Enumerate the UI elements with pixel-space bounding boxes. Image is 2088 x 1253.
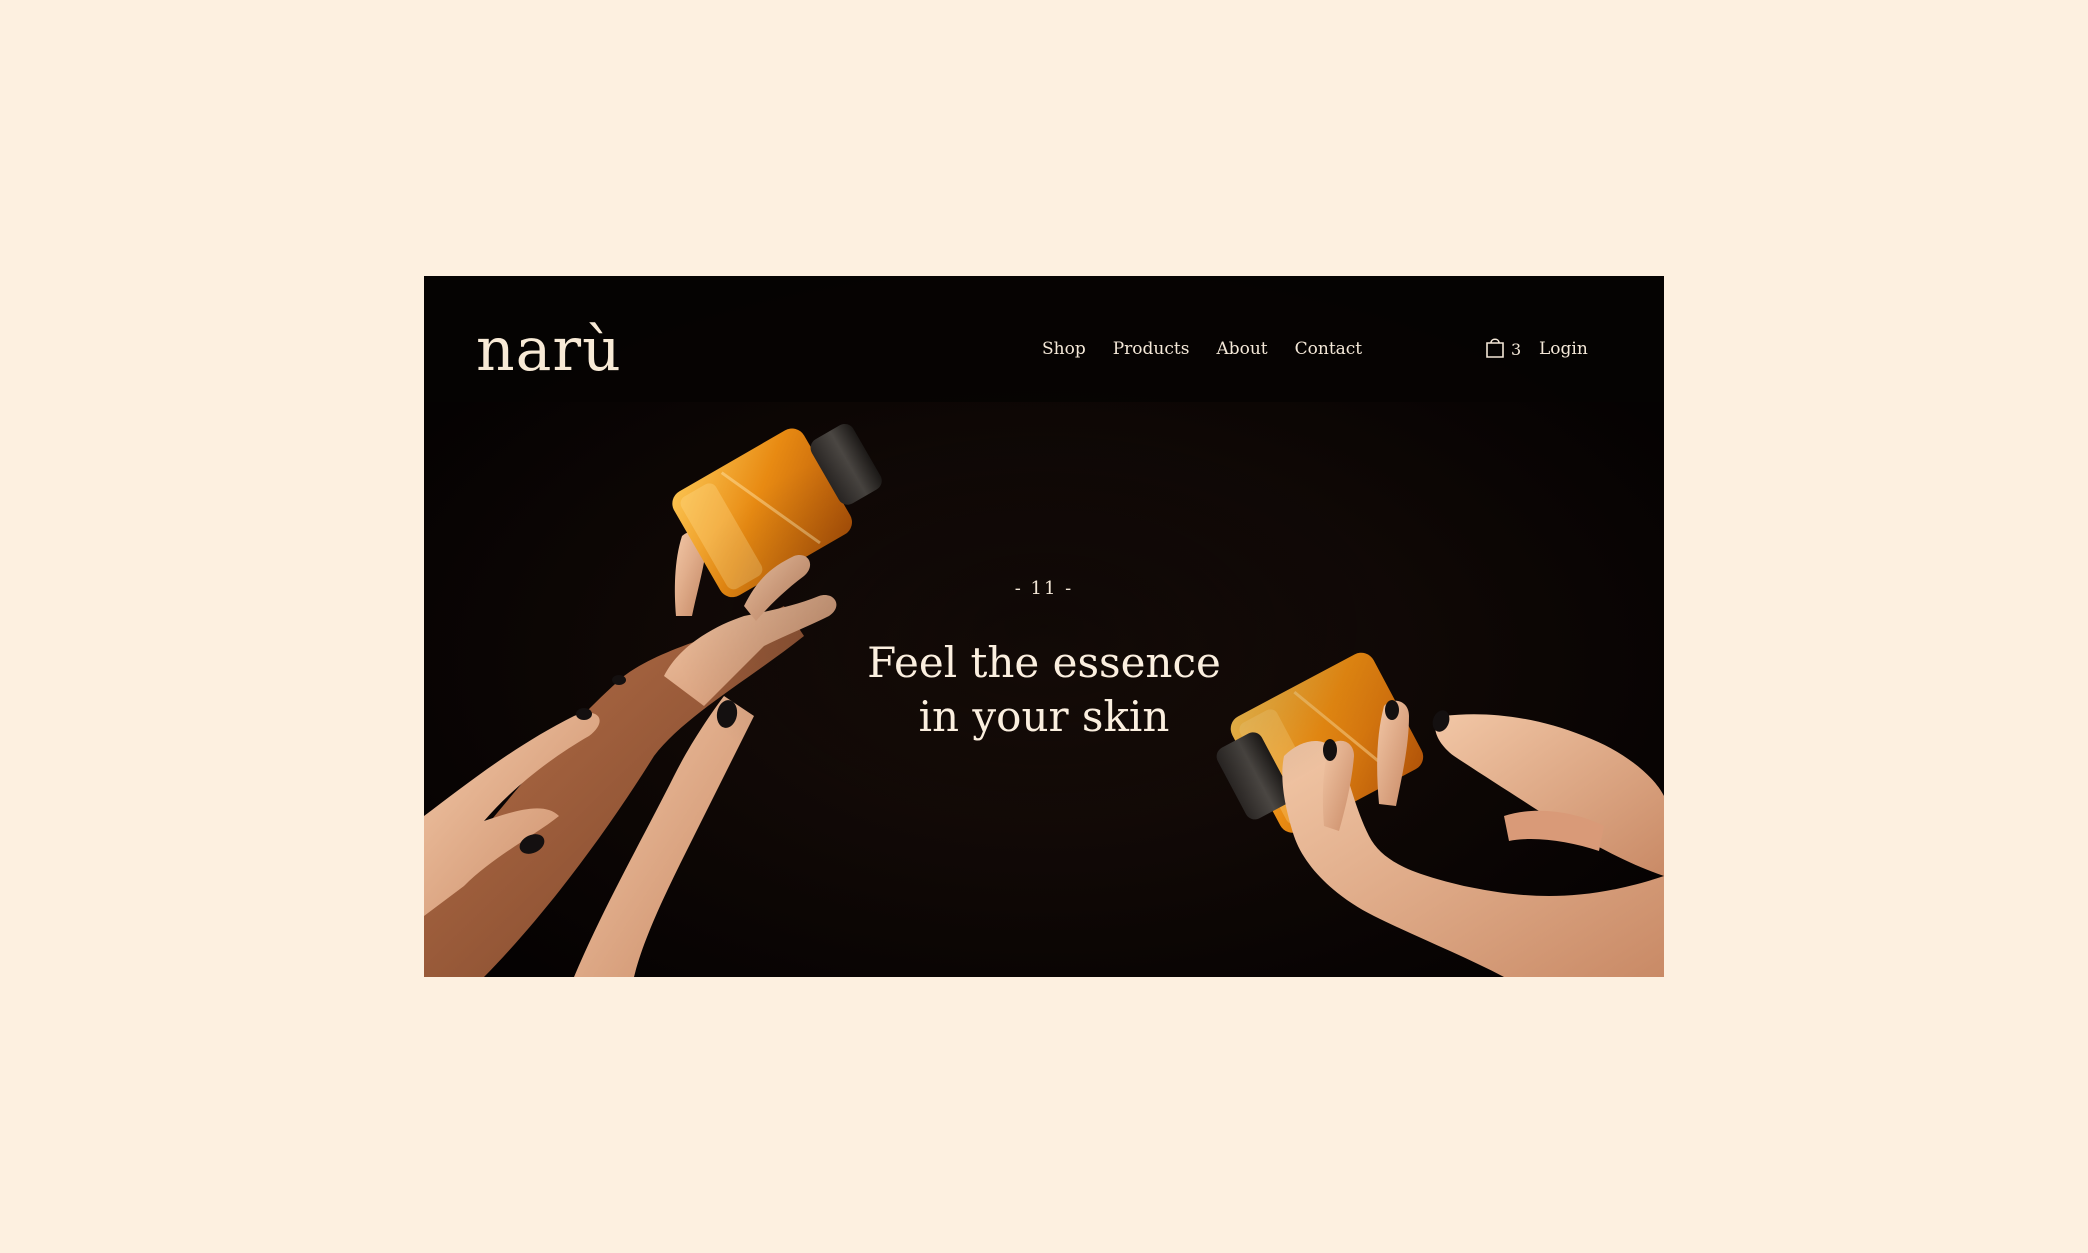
nav-link-contact[interactable]: Contact xyxy=(1295,338,1363,360)
hero-title: Feel the essence in your skin xyxy=(424,636,1664,744)
page-canvas: narù Shop Products About Contact 3 Login… xyxy=(0,0,2088,1253)
hero-title-line-2: in your skin xyxy=(918,692,1170,741)
cart-button[interactable]: 3 xyxy=(1485,335,1521,359)
login-link[interactable]: Login xyxy=(1539,338,1588,360)
cart-count: 3 xyxy=(1511,340,1522,359)
website-mockup: narù Shop Products About Contact 3 Login… xyxy=(424,276,1664,977)
shopping-bag-icon xyxy=(1486,338,1504,358)
slide-number: - 11 - xyxy=(1014,578,1074,599)
nav-link-about[interactable]: About xyxy=(1216,338,1267,360)
nav-link-shop[interactable]: Shop xyxy=(1042,338,1086,360)
main-nav: Shop Products About Contact xyxy=(1042,338,1362,360)
hero-title-line-1: Feel the essence xyxy=(867,638,1221,687)
brand-logo[interactable]: narù xyxy=(476,314,622,386)
site-header: narù Shop Products About Contact 3 Login xyxy=(424,276,1664,402)
nav-link-products[interactable]: Products xyxy=(1113,338,1190,360)
